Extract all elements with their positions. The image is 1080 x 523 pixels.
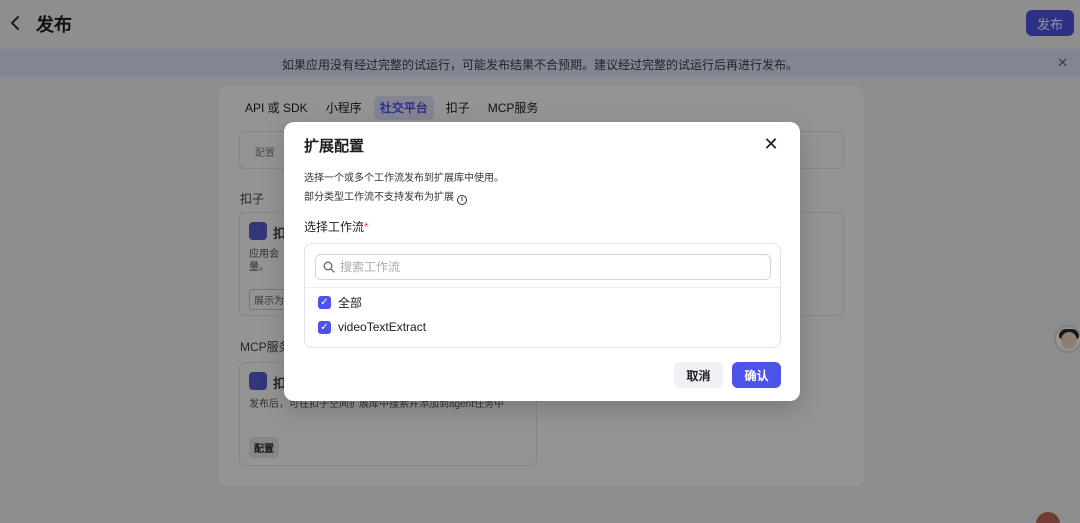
checkbox-checked-icon[interactable]: ✓ [318,296,331,309]
workflow-search-wrap [315,254,771,280]
option-video-text-extract-label: videoTextExtract [338,320,427,334]
confirm-button[interactable]: 确认 [732,362,781,388]
checkbox-checked-icon[interactable]: ✓ [318,320,331,334]
cancel-button[interactable]: 取消 [674,362,723,388]
close-icon[interactable]: ✕ [762,135,780,153]
search-icon [323,261,335,273]
workflow-search-input[interactable] [340,258,760,276]
info-icon[interactable]: i [457,195,467,205]
option-all-label: 全部 [338,296,363,310]
workflow-field-label-text: 选择工作流 [304,220,365,234]
option-video-text-extract[interactable]: ✓ videoTextExtract [318,320,426,334]
modal-description-1: 选择一个或多个工作流发布到扩展库中使用。 [304,173,504,184]
option-all[interactable]: ✓ 全部 [318,294,362,311]
required-mark: * [364,220,369,234]
divider [305,287,780,288]
workflow-select-box: ✓ 全部 ✓ videoTextExtract [304,243,781,348]
modal-title: 扩展配置 [304,138,365,155]
extension-config-modal: 扩展配置 ✕ 选择一个或多个工作流发布到扩展库中使用。 部分类型工作流不支持发布… [284,122,800,401]
workflow-field-label: 选择工作流* [304,218,369,235]
modal-description-2: 部分类型工作流不支持发布为扩展 i [304,188,467,205]
modal-description-2-text: 部分类型工作流不支持发布为扩展 [304,192,454,203]
